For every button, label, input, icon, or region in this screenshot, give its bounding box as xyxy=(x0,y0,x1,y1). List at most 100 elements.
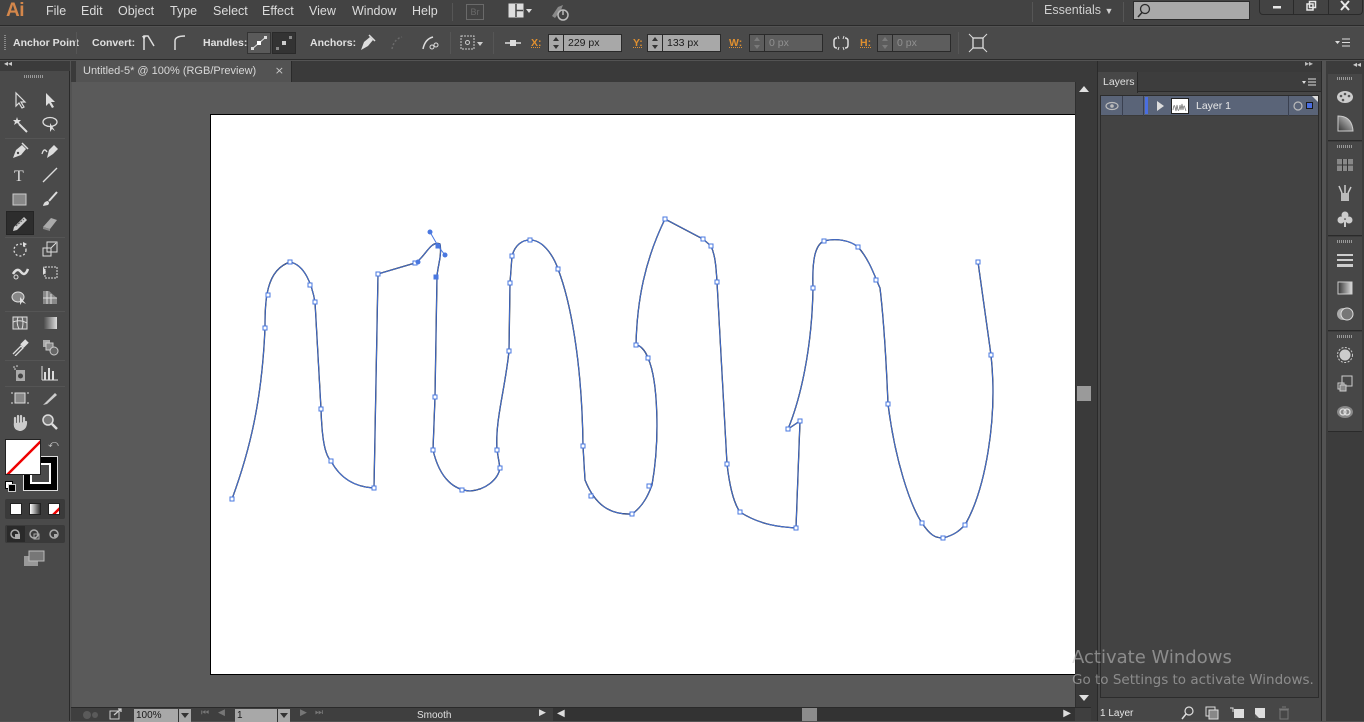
zoom-level-field[interactable]: 100% xyxy=(134,709,178,722)
x-value[interactable]: 229 px xyxy=(564,35,621,51)
close-button[interactable] xyxy=(1329,0,1362,14)
cut-path-icon[interactable] xyxy=(419,33,439,53)
artboard-tool[interactable] xyxy=(8,387,32,409)
collapse-icon[interactable]: ◂◂ xyxy=(4,59,12,68)
menu-file[interactable]: File xyxy=(46,4,66,18)
previous-artboard-icon[interactable]: ◀ xyxy=(218,708,225,718)
draw-inside-button[interactable] xyxy=(45,526,63,542)
align-icon[interactable] xyxy=(503,33,523,53)
dock-grip[interactable] xyxy=(1337,335,1353,338)
bridge-icon[interactable]: Br xyxy=(466,4,484,20)
gradient-panel-icon[interactable] xyxy=(1336,279,1354,297)
artboard-dropdown-icon[interactable] xyxy=(277,709,290,722)
convert-to-smooth-icon[interactable] xyxy=(170,33,190,53)
document-tab[interactable]: Untitled-5* @ 100% (RGB/Preview) × xyxy=(76,61,292,82)
close-tab-icon[interactable]: × xyxy=(275,64,284,77)
vertical-scroll-thumb[interactable] xyxy=(1077,386,1091,401)
lock-toggle[interactable] xyxy=(1123,96,1143,116)
scroll-right-icon[interactable]: ▶ xyxy=(1063,708,1071,719)
layer-row[interactable]: Layer 1 xyxy=(1101,96,1318,116)
swatches-icon[interactable] xyxy=(1336,156,1354,174)
mesh-tool[interactable] xyxy=(8,312,32,334)
layer-name[interactable]: Layer 1 xyxy=(1196,100,1231,112)
isolate-selected-icon[interactable] xyxy=(968,33,988,53)
next-artboard-icon[interactable]: ▶ xyxy=(300,708,307,718)
color-button[interactable] xyxy=(10,503,22,515)
dock-grip[interactable] xyxy=(1337,240,1353,243)
locate-object-icon[interactable] xyxy=(1181,706,1195,720)
transparency-icon[interactable] xyxy=(1336,305,1354,323)
menu-object[interactable]: Object xyxy=(118,4,154,18)
menu-window[interactable]: Window xyxy=(352,4,396,18)
gpu-performance-icon[interactable] xyxy=(549,2,571,22)
line-segment-tool[interactable] xyxy=(38,164,62,186)
blend-tool[interactable] xyxy=(38,336,62,358)
selection-indicator[interactable] xyxy=(1306,102,1313,109)
selection-tool[interactable] xyxy=(8,89,32,111)
curvature-tool[interactable] xyxy=(38,140,62,162)
scroll-up-icon[interactable] xyxy=(1079,86,1089,92)
scale-tool[interactable] xyxy=(38,238,62,260)
graphic-styles-icon[interactable] xyxy=(1336,374,1354,392)
draw-normal-button[interactable] xyxy=(7,526,25,542)
gradient-tool[interactable] xyxy=(38,312,62,334)
target-icon[interactable] xyxy=(1292,100,1304,112)
create-sublayer-icon[interactable] xyxy=(1229,706,1245,720)
menu-view[interactable]: View xyxy=(309,4,336,18)
shape-builder-tool[interactable] xyxy=(8,286,32,308)
color-guide-icon[interactable] xyxy=(1336,114,1354,132)
panel-menu-icon[interactable] xyxy=(1301,76,1317,88)
none-button[interactable] xyxy=(48,503,60,515)
new-layer-icon[interactable] xyxy=(1253,706,1267,720)
tools-grip[interactable] xyxy=(24,75,44,78)
remove-anchor-icon[interactable] xyxy=(357,33,377,53)
y-field[interactable]: 133 px xyxy=(647,34,721,52)
eye-icon[interactable] xyxy=(1102,96,1122,116)
minimize-button[interactable] xyxy=(1260,0,1295,14)
dock-grip[interactable] xyxy=(1337,77,1353,80)
convert-to-corner-icon[interactable] xyxy=(139,33,159,53)
gpu-status-icon[interactable] xyxy=(81,709,101,721)
x-stepper[interactable] xyxy=(549,35,564,51)
constrain-proportions-icon[interactable] xyxy=(831,33,851,53)
menu-effect[interactable]: Effect xyxy=(262,4,294,18)
magic-wand-tool[interactable] xyxy=(8,113,32,135)
slice-tool[interactable] xyxy=(38,387,62,409)
control-bar-grip[interactable] xyxy=(4,35,6,51)
default-fill-stroke-icon[interactable] xyxy=(5,481,17,493)
paintbrush-tool[interactable] xyxy=(38,188,62,210)
type-tool[interactable]: T xyxy=(8,164,32,186)
eyedropper-tool[interactable] xyxy=(8,336,32,358)
menu-help[interactable]: Help xyxy=(412,4,438,18)
symbol-sprayer-tool[interactable] xyxy=(8,362,32,384)
eraser-tool[interactable] xyxy=(38,212,62,234)
menu-edit[interactable]: Edit xyxy=(81,4,103,18)
brushes-icon[interactable] xyxy=(1336,184,1354,202)
help-search-input[interactable] xyxy=(1133,1,1250,20)
x-field[interactable]: 229 px xyxy=(548,34,622,52)
transform-reference-icon[interactable] xyxy=(459,33,483,53)
hand-tool[interactable] xyxy=(8,411,32,433)
arrange-documents-icon[interactable] xyxy=(508,2,536,20)
menu-select[interactable]: Select xyxy=(213,4,248,18)
share-icon[interactable] xyxy=(109,708,123,720)
scroll-down-icon[interactable] xyxy=(1079,695,1089,701)
symbols-icon[interactable] xyxy=(1336,210,1354,228)
artboard[interactable] xyxy=(210,114,1076,675)
vertical-scrollbar[interactable] xyxy=(1075,82,1091,707)
first-artboard-icon[interactable]: ⏮ xyxy=(201,708,209,718)
scroll-left-icon[interactable]: ◀ xyxy=(557,708,565,719)
expand-panel-icon[interactable]: ▸▸ xyxy=(1305,59,1313,68)
stroke-panel-icon[interactable] xyxy=(1336,251,1354,269)
expand-layer-icon[interactable] xyxy=(1156,101,1166,111)
menu-type[interactable]: Type xyxy=(170,4,197,18)
rectangle-tool[interactable] xyxy=(8,188,32,210)
color-palette-icon[interactable] xyxy=(1336,87,1354,105)
artboard-number-field[interactable]: 1 xyxy=(235,709,277,722)
pencil-tool[interactable] xyxy=(6,211,34,235)
hide-handles-button[interactable] xyxy=(272,32,296,54)
zoom-tool[interactable] xyxy=(38,411,62,433)
delete-layer-icon[interactable] xyxy=(1277,706,1291,720)
fill-swatch[interactable] xyxy=(5,439,41,475)
restore-button[interactable] xyxy=(1294,0,1329,14)
